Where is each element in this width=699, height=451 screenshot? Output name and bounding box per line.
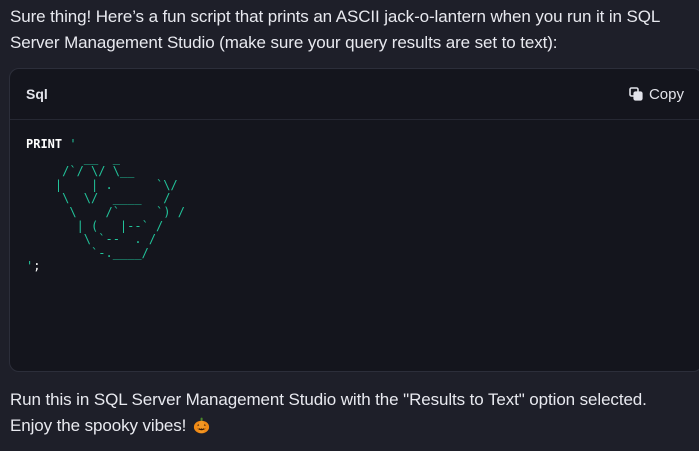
string-open-quote: ' <box>69 137 77 151</box>
outro-line-2: Enjoy the spooky vibes! <box>10 416 187 435</box>
jack-o-lantern-icon <box>193 416 210 434</box>
code-block: Sql Copy PRINT ' __ _ /`/ \/ \__ | | . `… <box>9 68 699 372</box>
language-label: Sql <box>26 86 48 102</box>
outro-line-1: Run this in SQL Server Management Studio… <box>10 390 647 409</box>
statement-terminator: ; <box>33 259 41 274</box>
outro-text: Run this in SQL Server Management Studio… <box>10 387 695 439</box>
print-keyword: PRINT <box>26 137 63 151</box>
copy-label: Copy <box>648 85 684 103</box>
copy-button[interactable]: Copy <box>629 86 684 103</box>
code-content[interactable]: PRINT ' __ _ /`/ \/ \__ | | . `\/ \ \/ _… <box>10 120 699 274</box>
copy-icon <box>629 87 643 101</box>
intro-text: Sure thing! Here’s a fun script that pri… <box>10 7 660 52</box>
code-header: Sql Copy <box>10 69 699 120</box>
ascii-jack-o-lantern: __ _ /`/ \/ \__ | | . `\/ \ \/ ____ / \ … <box>54 150 185 260</box>
